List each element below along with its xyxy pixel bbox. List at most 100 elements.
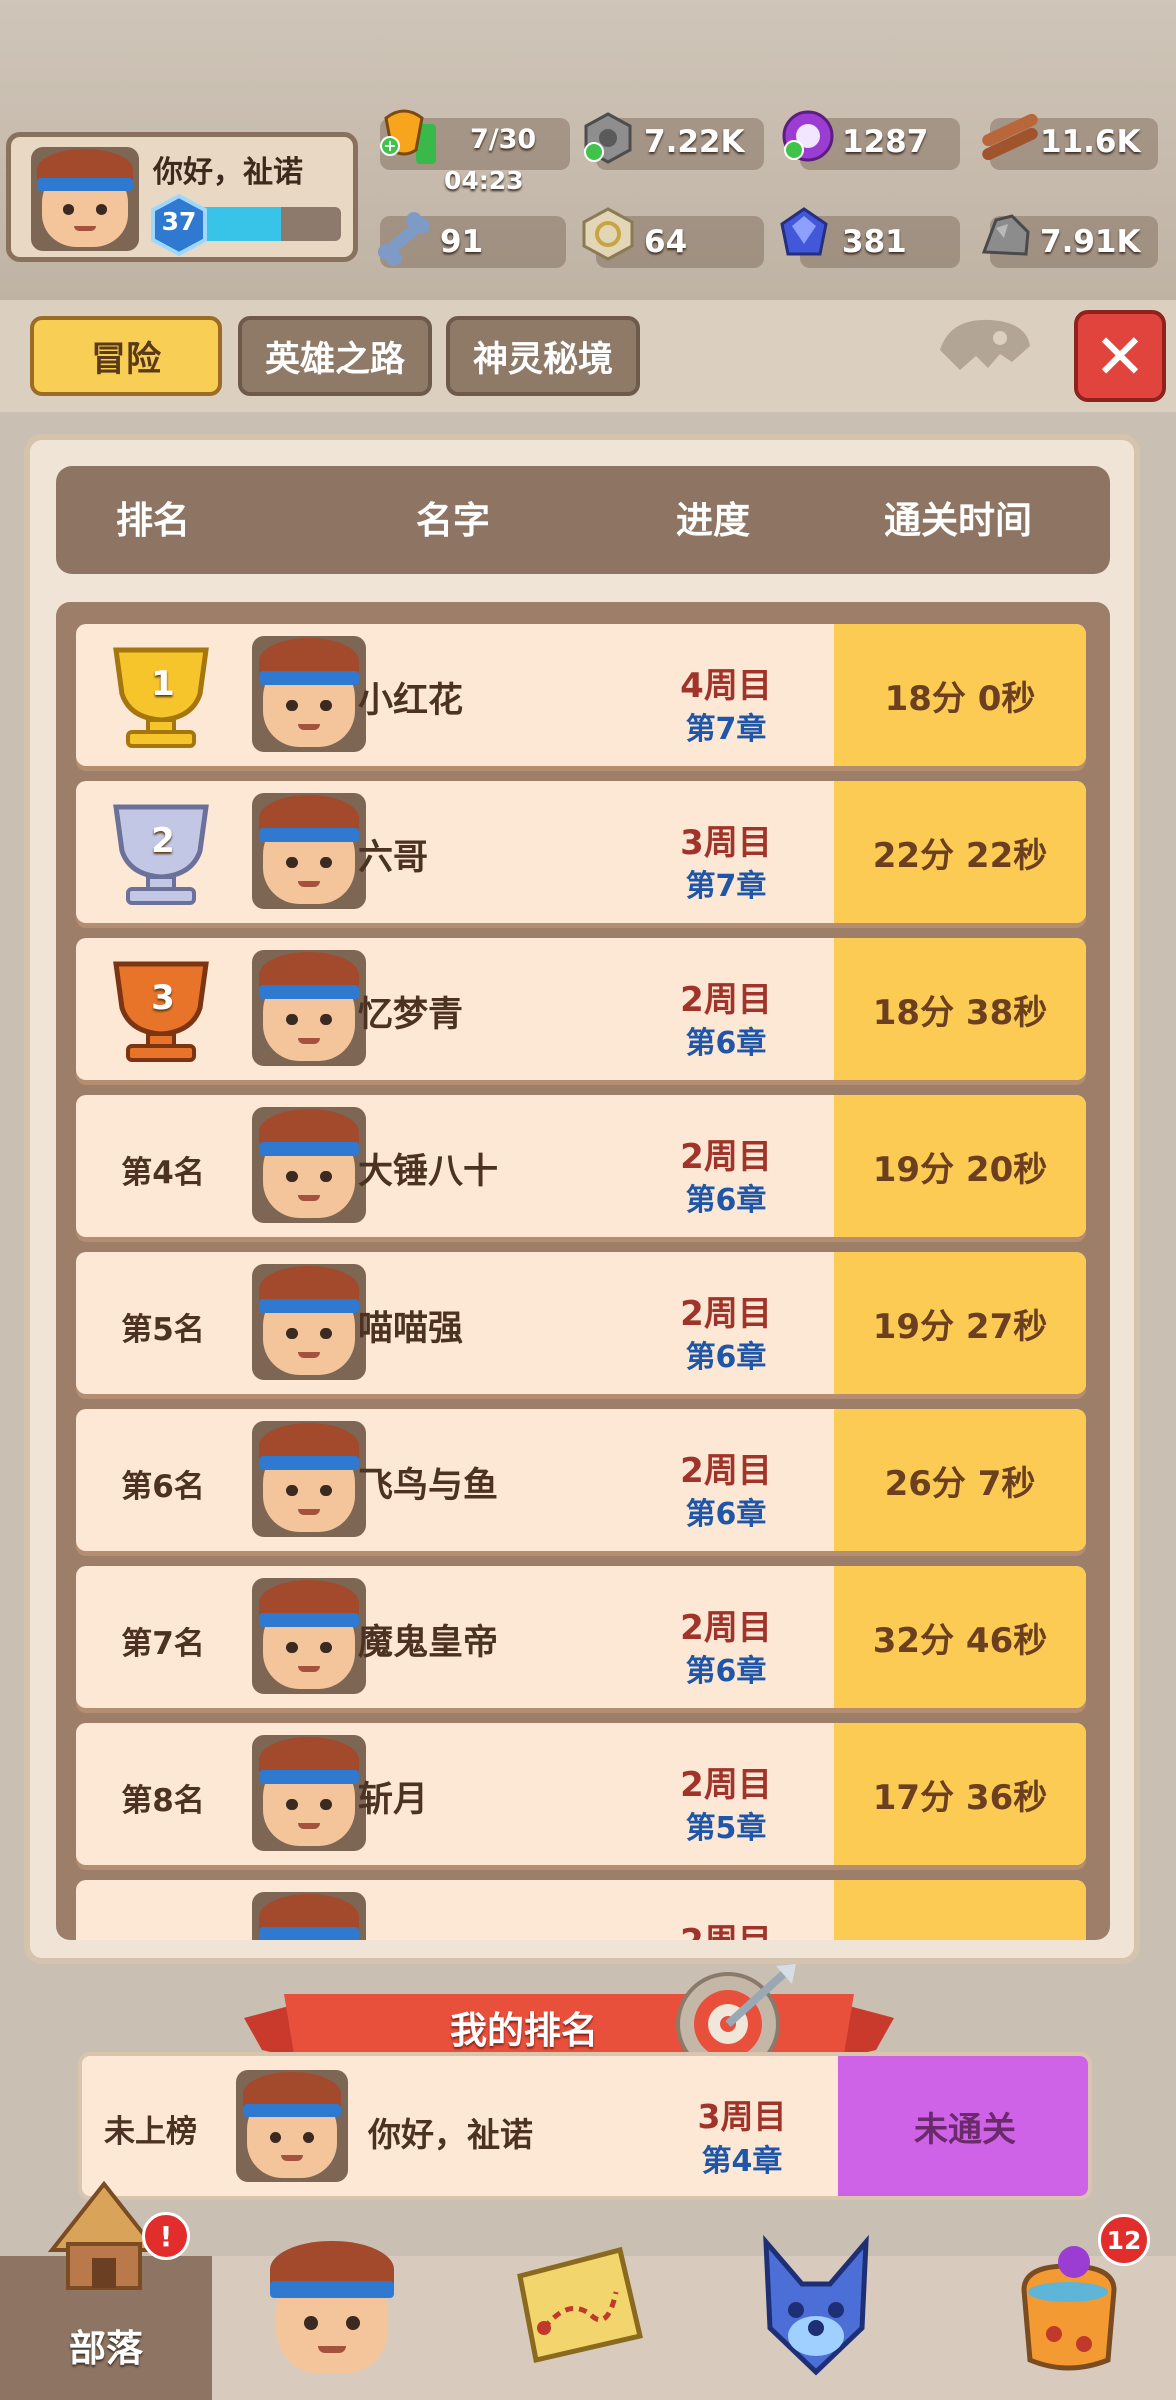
column-progress: 进度 xyxy=(676,499,750,542)
rank-label: 第6名 xyxy=(121,1469,205,1505)
column-clear-time: 通关时间 xyxy=(884,499,1032,542)
rank-label: 第9名 xyxy=(88,1932,238,1940)
clear-time: 18分 38秒 xyxy=(872,992,1048,1033)
resource-ore-value: 7.91K xyxy=(1040,224,1141,260)
ore-rock-icon[interactable] xyxy=(978,208,1034,264)
leaderboard-row[interactable]: 1 小红花 4周目 第7章 18分 0秒 xyxy=(76,624,1086,766)
progress-week: 2周目 xyxy=(680,1765,772,1805)
clear-time: 32分 46秒 xyxy=(872,1620,1048,1661)
player-level: 37 xyxy=(161,207,197,236)
dino-skull-icon xyxy=(940,319,1030,370)
clear-time: 19分 20秒 xyxy=(872,1149,1048,1190)
player-avatar[interactable] xyxy=(252,1578,366,1694)
leaderboard-row[interactable]: 第4名 大锤八十 2周目 第6章 19分 20秒 xyxy=(76,1095,1086,1237)
stone-gear-icon[interactable] xyxy=(580,110,636,166)
progress-week: 2周目 xyxy=(680,1608,772,1648)
player-avatar[interactable] xyxy=(252,793,366,909)
blue-crystal-icon[interactable] xyxy=(776,206,832,262)
rank-label: 第4名 xyxy=(121,1155,205,1191)
player-profile-card[interactable]: 你好，祉诺 37 xyxy=(6,132,358,262)
leaderboard-row[interactable]: 2 六哥 3周目 第7章 22分 22秒 xyxy=(76,781,1086,923)
clear-time: 26分 7秒 xyxy=(884,1463,1036,1504)
progress-chapter: 第6章 xyxy=(685,1340,767,1375)
fossil-coin-icon[interactable] xyxy=(580,206,636,262)
close-button[interactable]: ✕ xyxy=(1074,310,1166,402)
leaderboard-row[interactable]: 第8名 斩月 2周目 第5章 17分 36秒 xyxy=(76,1723,1086,1865)
player-name: 六哥 xyxy=(358,838,429,878)
progress-week: 3周目 xyxy=(680,823,772,863)
player-name: 大锤八十 xyxy=(358,1152,499,1192)
player-avatar[interactable] xyxy=(252,950,366,1066)
column-name: 名字 xyxy=(416,499,490,542)
progress-chapter: 第7章 xyxy=(685,712,767,747)
rank-label: 第8名 xyxy=(121,1783,205,1819)
magic-orb-icon[interactable] xyxy=(780,108,836,164)
clear-time: 22分 22秒 xyxy=(872,835,1048,876)
player-name: 斩月 xyxy=(358,1780,429,1820)
energy-count: 7/30 xyxy=(470,124,537,155)
player-name: 忆梦青 xyxy=(358,995,464,1035)
player-avatar[interactable] xyxy=(31,147,139,251)
my-name: 你好，祉诺 xyxy=(368,2115,533,2154)
tab-divine-realm[interactable]: 神灵秘境 xyxy=(446,316,640,396)
nav-tribe-label: 部落 xyxy=(69,2327,143,2370)
player-name: 小红花 xyxy=(358,681,464,721)
resource-bone-value: 91 xyxy=(440,224,484,260)
leaderboard-row[interactable]: 第7名 魔鬼皇帝 2周目 第6章 32分 46秒 xyxy=(76,1566,1086,1708)
nav-hero-icon[interactable] xyxy=(262,2238,402,2380)
nav-map-icon[interactable] xyxy=(500,2236,650,2376)
player-avatar[interactable] xyxy=(252,1892,366,1940)
progress-week: 2周目 xyxy=(680,980,772,1020)
clear-time: 19分 27秒 xyxy=(872,1306,1048,1347)
tab-adventure[interactable]: 冒险 xyxy=(30,316,222,396)
rank-number: 2 xyxy=(151,821,175,861)
progress-week: 4周目 xyxy=(680,666,772,706)
my-rank-status: 未上榜 xyxy=(104,2114,197,2150)
resource-orb-value: 1287 xyxy=(842,124,929,160)
resource-crystal-value: 381 xyxy=(842,224,907,260)
leaderboard-list[interactable]: 1 小红花 4周目 第7章 18分 0秒 2 六哥 3周目 第7章 22分 22… xyxy=(56,602,1110,1940)
progress-week: 2周目 xyxy=(680,1294,772,1334)
my-avatar[interactable] xyxy=(236,2070,348,2182)
rank-label: 第5名 xyxy=(121,1312,205,1348)
svg-text:+: + xyxy=(383,136,396,155)
energy-timer: 04:23 xyxy=(444,166,524,195)
bone-icon[interactable] xyxy=(372,210,436,266)
meat-energy-icon[interactable]: + xyxy=(376,104,432,160)
player-avatar[interactable] xyxy=(252,1735,366,1851)
tab-hero-road[interactable]: 英雄之路 xyxy=(238,316,432,396)
leaderboard-row[interactable]: 3 忆梦青 2周目 第6章 18分 38秒 xyxy=(76,938,1086,1080)
progress-chapter: 第5章 xyxy=(685,1811,767,1846)
resource-wood-value: 11.6K xyxy=(1040,124,1141,160)
player-avatar[interactable] xyxy=(252,636,366,752)
progress-chapter: 第6章 xyxy=(685,1497,767,1532)
my-week: 3周目 xyxy=(697,2097,787,2136)
my-clear-status: 未通关 xyxy=(914,2109,1016,2150)
tribe-alert-badge: ! xyxy=(142,2212,190,2260)
rank-number: 1 xyxy=(151,664,175,704)
rank-label: 第7名 xyxy=(121,1626,205,1662)
leaderboard-row[interactable]: 第6名 飞鸟与鱼 2周目 第6章 26分 7秒 xyxy=(76,1409,1086,1551)
progress-week: 2周目 xyxy=(680,1137,772,1177)
nav-pet-wolf-icon[interactable] xyxy=(746,2232,886,2382)
level-bar xyxy=(191,207,341,241)
progress-chapter: 第6章 xyxy=(685,1183,767,1218)
progress-week: 2周目 xyxy=(636,1914,816,1940)
clear-time xyxy=(834,1880,1086,1940)
player-avatar[interactable] xyxy=(252,1107,366,1223)
wood-logs-icon[interactable] xyxy=(976,108,1046,164)
player-greeting: 你好，祉诺 xyxy=(153,155,303,190)
my-rank-row[interactable]: 未上榜 你好，祉诺 3周目 第4章 未通关 xyxy=(78,2052,1092,2200)
resource-fossil-value: 64 xyxy=(644,224,688,260)
progress-week: 2周目 xyxy=(680,1451,772,1491)
my-chapter: 第4章 xyxy=(701,2144,783,2179)
leaderboard-row[interactable]: 第5名 喵喵强 2周目 第6章 19分 27秒 xyxy=(76,1252,1086,1394)
column-rank: 排名 xyxy=(116,499,190,542)
player-avatar[interactable] xyxy=(252,1421,366,1537)
rank-number: 3 xyxy=(151,978,175,1018)
clear-time: 17分 36秒 xyxy=(872,1777,1048,1818)
clear-time: 18分 0秒 xyxy=(884,678,1036,719)
player-avatar[interactable] xyxy=(252,1264,366,1380)
resource-gear-value: 7.22K xyxy=(644,124,745,160)
leaderboard-row[interactable]: 第9名 2周目 xyxy=(76,1880,1086,1940)
